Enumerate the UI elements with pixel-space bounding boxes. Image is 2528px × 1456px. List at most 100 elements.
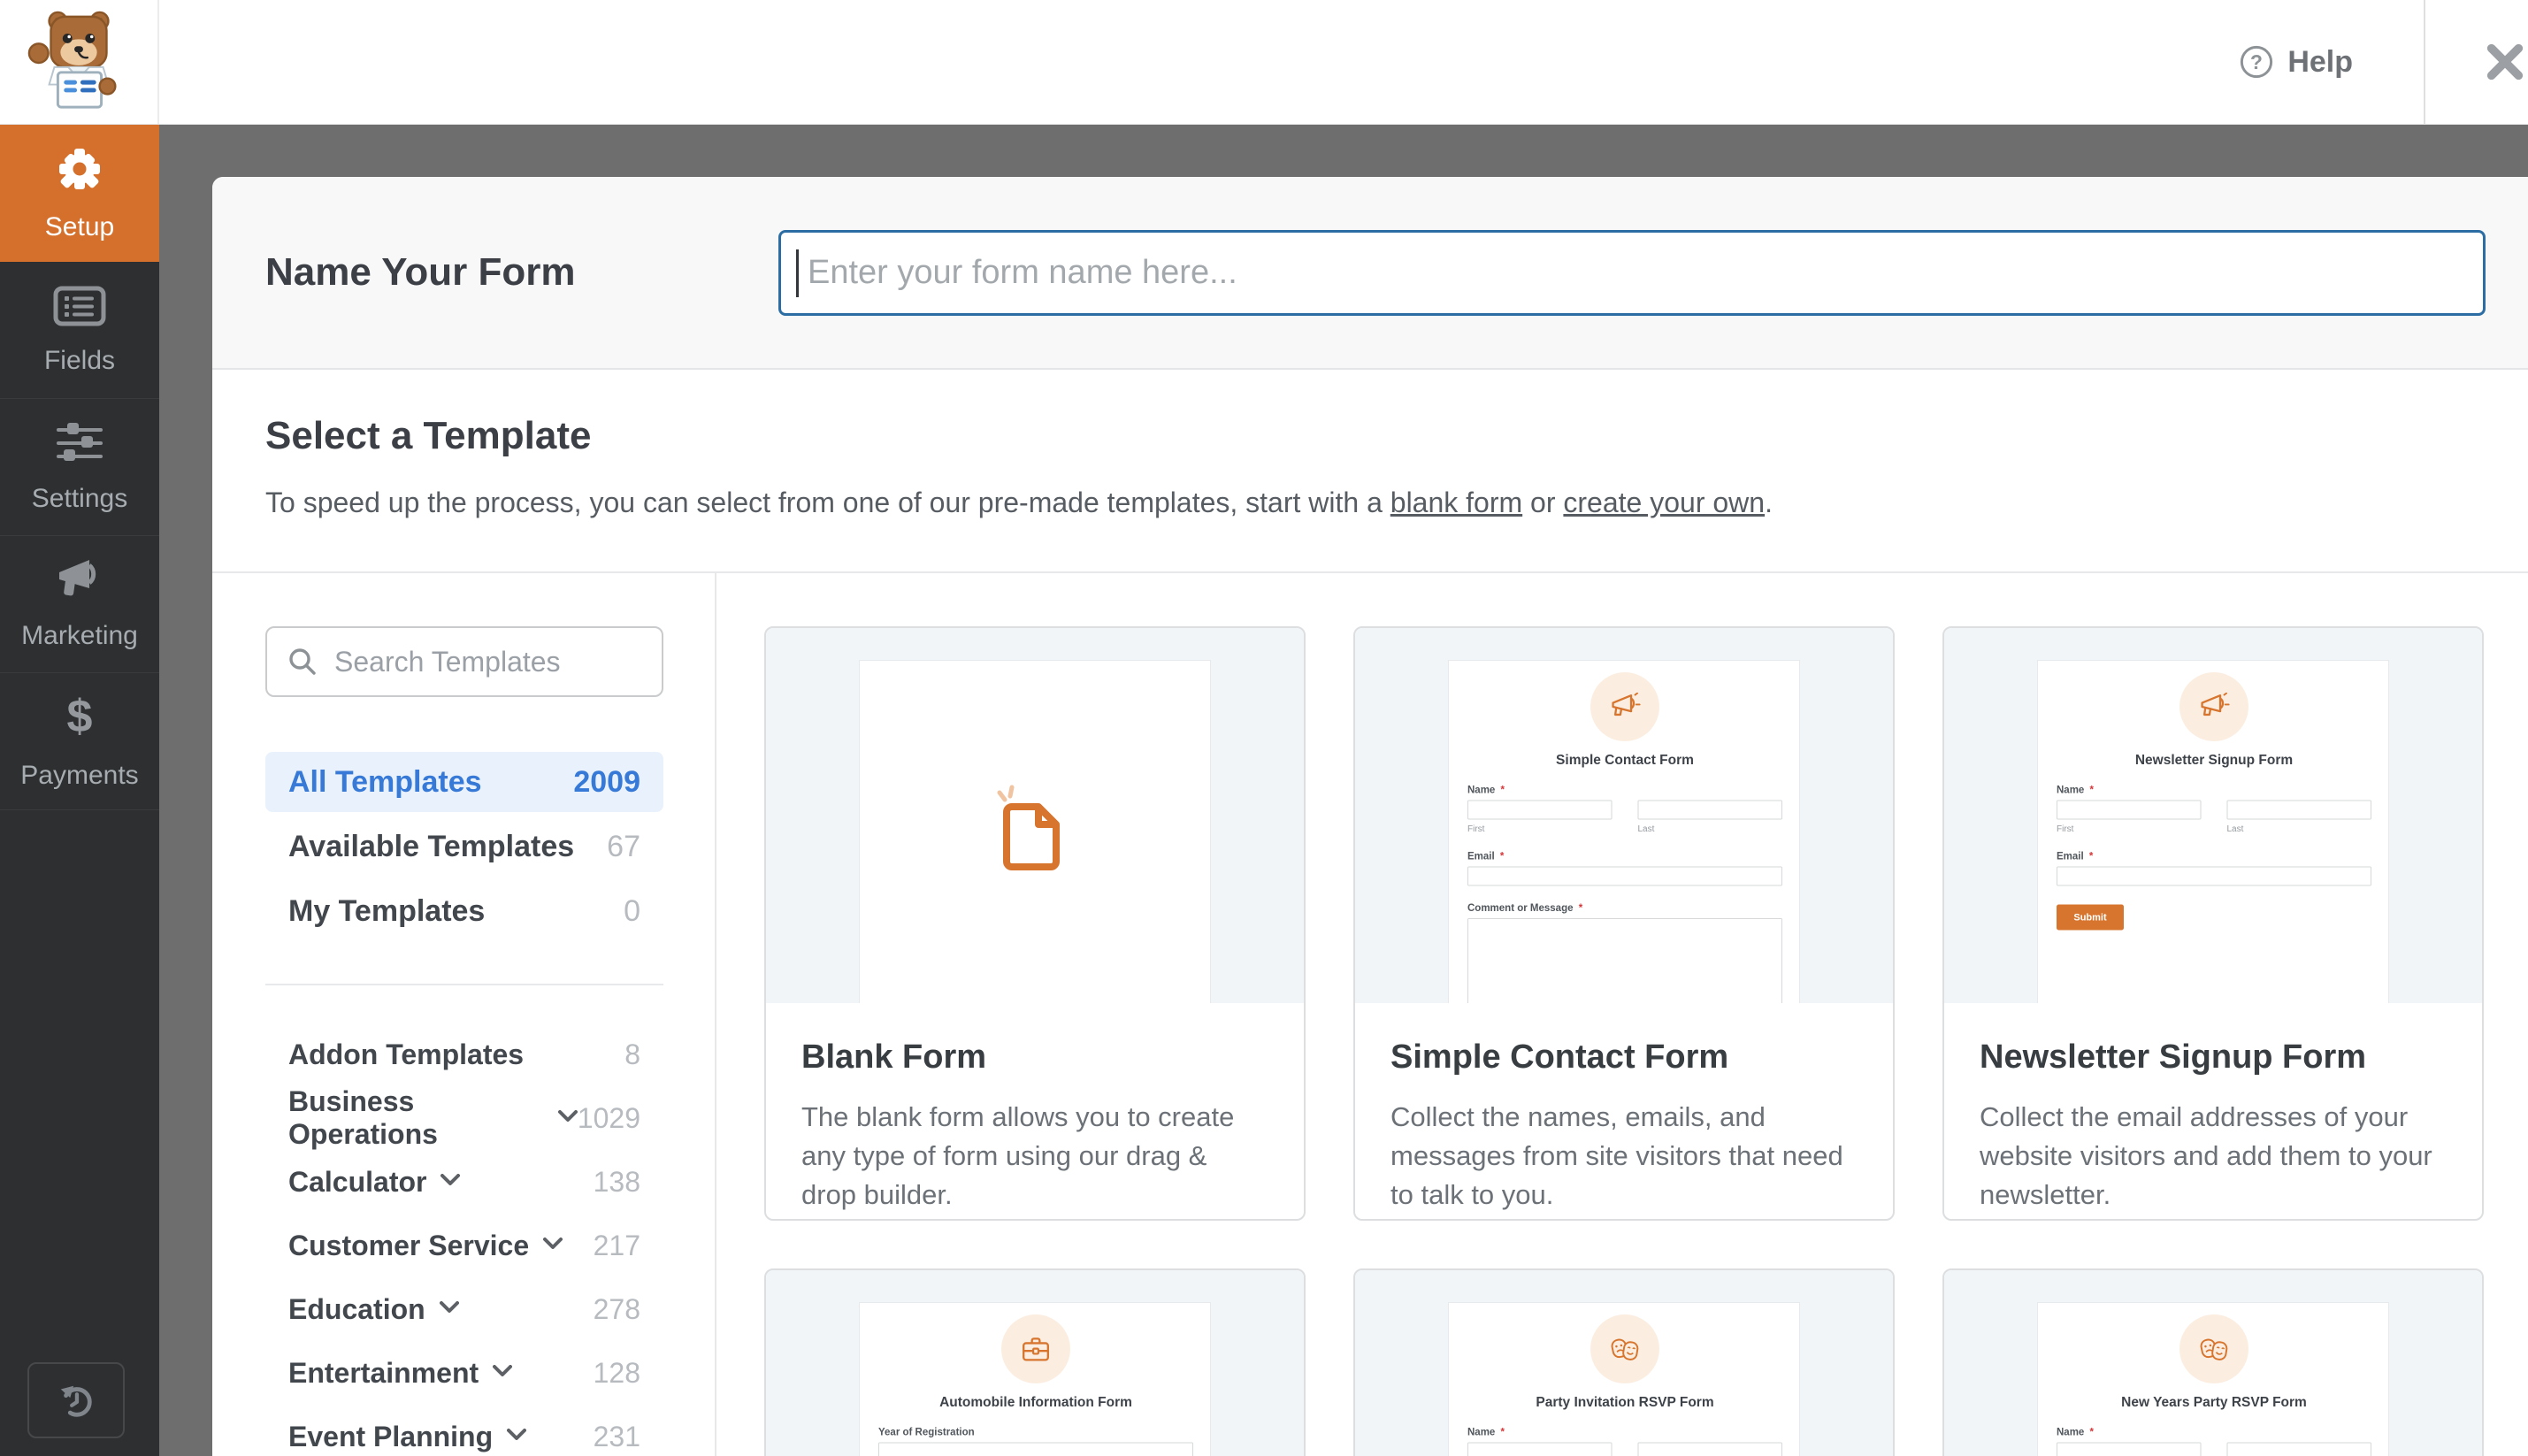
template-category-customer-service[interactable]: Customer Service 217 xyxy=(265,1214,663,1277)
category-count: 231 xyxy=(593,1420,640,1452)
masks-icon xyxy=(2179,1314,2248,1383)
gear-icon xyxy=(55,144,104,198)
create-your-own-link[interactable]: create your own xyxy=(1563,487,1765,518)
description-text: . xyxy=(1765,487,1773,518)
template-category-business-operations[interactable]: Business Operations 1029 xyxy=(265,1085,663,1150)
mini-form-page: Party Invitation RSVP FormName *FirstLas… xyxy=(1448,1302,1800,1456)
blank-form-link[interactable]: blank form xyxy=(1390,487,1522,518)
wpforms-logo[interactable] xyxy=(0,0,159,124)
form-name-input[interactable] xyxy=(778,229,2486,316)
chevron-down-icon xyxy=(493,1364,513,1382)
setup-panel: Name Your Form Select a Template To spee… xyxy=(212,177,2528,1456)
card-preview: Simple Contact Form Name * First Last Email … xyxy=(1355,628,1893,1003)
close-builder-button[interactable] xyxy=(2425,0,2528,124)
template-list-column: All Templates 2009 Available Templates 67 My… xyxy=(212,573,716,1456)
mini-form-page xyxy=(859,660,1211,1003)
template-filter-all-templates[interactable]: All Templates 2009 xyxy=(265,752,663,812)
mini-field-label: Name * xyxy=(1467,784,1505,795)
mini-input xyxy=(1637,800,1782,820)
sidebar-item-label: Settings xyxy=(31,483,128,513)
filter-label: My Templates xyxy=(288,893,486,928)
card-description: Collect the names, emails, and messages … xyxy=(1390,1101,1843,1211)
mini-field-label: Year of Registration xyxy=(878,1426,975,1437)
mini-form-page: Simple Contact Form Name * First Last Email … xyxy=(1448,660,1800,1003)
template-category-addon-templates[interactable]: Addon Templates 8 xyxy=(265,1023,663,1086)
builder-workspace: Name Your Form Select a Template To spee… xyxy=(159,125,2528,1456)
mini-form-page: Newsletter Signup Form Name * First Last Ema… xyxy=(2037,660,2389,1003)
briefcase-icon xyxy=(1001,1314,1070,1383)
mini-input xyxy=(2057,866,2371,886)
select-template-heading: Select a Template xyxy=(265,414,592,457)
card-preview: Newsletter Signup Form Name * First Last Ema… xyxy=(1944,628,2482,1003)
wpforms-bear-logo-icon xyxy=(27,11,117,109)
template-card-newsletter-signup-form[interactable]: Newsletter Signup Form Name * First Last Ema… xyxy=(1942,626,2484,1221)
dollar-icon: $ xyxy=(60,691,99,747)
category-count: 1029 xyxy=(577,1101,640,1134)
help-button[interactable]: ? Help xyxy=(2238,0,2353,124)
topbar: ? Help xyxy=(0,0,2528,125)
category-label: Addon Templates xyxy=(288,1038,525,1070)
filter-count: 67 xyxy=(607,829,640,863)
card-footer: Blank Form The blank form allows you to c… xyxy=(766,1003,1304,1215)
mini-input xyxy=(2226,1442,2371,1456)
required-asterisk: * xyxy=(1578,901,1583,914)
template-category-calculator[interactable]: Calculator 138 xyxy=(265,1150,663,1214)
chevron-down-icon xyxy=(543,1237,563,1254)
mini-input xyxy=(2057,800,2202,820)
category-label: Event Planning xyxy=(288,1420,494,1452)
template-card-blank-form[interactable]: Blank Form The blank form allows you to c… xyxy=(764,626,1306,1221)
mini-input xyxy=(1637,1442,1782,1456)
mini-field-label: Email * xyxy=(2057,850,2094,862)
mini-input xyxy=(1467,800,1613,820)
description-text: or xyxy=(1522,487,1564,518)
card-preview: Automobile Information Form Year of Regis… xyxy=(766,1270,1304,1456)
masks-icon xyxy=(1590,1314,1659,1383)
sliders-icon xyxy=(55,421,104,470)
card-title: Newsletter Signup Form xyxy=(1980,1038,2367,1076)
megaphone-gray-icon xyxy=(54,558,105,607)
filter-count: 2009 xyxy=(573,764,640,799)
template-filter-my-templates[interactable]: My Templates 0 xyxy=(265,881,663,941)
mini-sublabel: First xyxy=(2057,824,2074,834)
select-template-description: To speed up the process, you can select … xyxy=(265,487,2475,519)
template-card-simple-contact-form[interactable]: Simple Contact Form Name * First Last Email … xyxy=(1353,626,1895,1221)
sidebar-item-payments[interactable]: $ Payments xyxy=(0,673,159,810)
sidebar-item-settings[interactable]: Settings xyxy=(0,399,159,536)
mini-form-title: Party Invitation RSVP Form xyxy=(1536,1394,1714,1410)
category-label: Customer Service xyxy=(288,1229,530,1261)
template-category-entertainment[interactable]: Entertainment 128 xyxy=(265,1341,663,1405)
mini-textarea xyxy=(1467,918,1782,1003)
sidebar-item-label: Payments xyxy=(20,760,139,790)
mini-field-label: Name * xyxy=(1467,1426,1505,1437)
template-filter-available-templates[interactable]: Available Templates 67 xyxy=(265,816,663,877)
sidebar-item-setup[interactable]: Setup xyxy=(0,125,159,262)
sidebar-item-marketing[interactable]: Marketing xyxy=(0,536,159,673)
template-card-party-invitation-rsvp-form[interactable]: Party Invitation RSVP FormName *FirstLas… xyxy=(1353,1268,1895,1456)
template-category-education[interactable]: Education 278 xyxy=(265,1277,663,1341)
card-description: The blank form allows you to create any … xyxy=(801,1101,1235,1211)
form-name-section: Name Your Form xyxy=(212,177,2528,370)
select-template-section: Select a Template To speed up the proces… xyxy=(212,370,2528,573)
mini-field-label: Comment or Message * xyxy=(1467,901,1583,914)
category-count: 278 xyxy=(593,1292,640,1325)
mini-field-label: Email * xyxy=(1467,850,1505,862)
category-label: Education xyxy=(288,1292,425,1325)
filter-label: Available Templates xyxy=(288,829,575,863)
template-card-new-years-party-rsvp-form[interactable]: New Years Party RSVP FormName *FirstLast… xyxy=(1942,1268,2484,1456)
template-category-event-planning[interactable]: Event Planning 231 xyxy=(265,1405,663,1456)
template-browser: All Templates 2009 Available Templates 67 My… xyxy=(212,573,2528,1456)
required-asterisk: * xyxy=(1500,784,1505,795)
mini-input xyxy=(1467,866,1782,886)
required-asterisk: * xyxy=(2089,1426,2094,1437)
list-divider xyxy=(265,984,663,985)
sidebar-item-label: Setup xyxy=(44,211,115,241)
undo-button[interactable] xyxy=(27,1362,125,1438)
required-asterisk: * xyxy=(1500,1426,1505,1437)
search-templates-input[interactable] xyxy=(334,645,626,678)
sidebar-item-fields[interactable]: Fields xyxy=(0,262,159,399)
form-name-input-wrap xyxy=(778,229,2486,316)
mini-field-label: Name * xyxy=(2057,784,2094,795)
category-count: 138 xyxy=(593,1165,640,1198)
template-card-automobile-information-form[interactable]: Automobile Information Form Year of Regis… xyxy=(764,1268,1306,1456)
